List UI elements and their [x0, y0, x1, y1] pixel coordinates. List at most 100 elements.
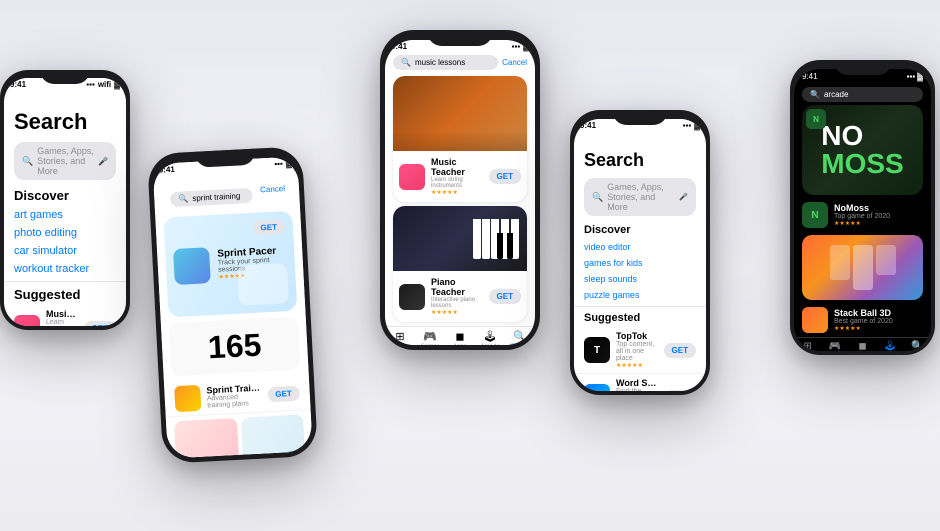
tab-today-icon-3: ⊞	[395, 330, 404, 343]
music-teacher-info: Music Teacher Learn string instruments ★…	[431, 157, 483, 196]
piano-teacher-card: Piano Teacher Interactive piano lessons …	[393, 206, 527, 322]
discover-sleep-sounds[interactable]: sleep sounds	[574, 271, 706, 287]
sprint-search-icon: 🔍	[178, 194, 188, 204]
battery-2: ▓	[286, 159, 292, 168]
nomoss-icon-letter: N	[813, 115, 819, 124]
tab-bar-5: ⊞ Today 🎮 Games ◼ Apps 🕹 Arcade	[794, 337, 931, 351]
tab-today-icon-5: ⊞	[804, 341, 812, 351]
get-btn-toptok[interactable]: GET	[664, 343, 696, 358]
search-bar-1[interactable]: 🔍 Games, Apps, Stories, and More 🎤	[14, 142, 116, 180]
app-icon-music	[14, 315, 40, 326]
time-2: 9:41	[159, 165, 175, 175]
tab-search-5[interactable]: 🔍 Search	[904, 341, 931, 351]
get-btn-music[interactable]: GET	[84, 321, 116, 327]
discover-photo-editing[interactable]: photo editing	[4, 224, 126, 242]
sprint-decoration	[237, 263, 289, 306]
sprint-trainer-get[interactable]: GET	[267, 385, 300, 402]
phone-1-screen: 9:41 ▪▪▪ wifi ▓ Search 🔍 Games, Apps, St…	[4, 78, 126, 326]
discover-art-games[interactable]: art games	[4, 206, 126, 224]
discover-games-kids[interactable]: games for kids	[574, 255, 706, 271]
app-info-word: Word Search Find the hidden words! ★★★★☆	[616, 378, 658, 391]
music-search-bar[interactable]: 🔍 music lessons	[393, 55, 498, 70]
tab-today-label-3: Today	[392, 344, 408, 345]
signal-4: ▪▪▪	[683, 121, 692, 130]
tab-games-3[interactable]: 🎮 Games	[415, 330, 445, 345]
arcade-search-icon: 🔍	[810, 90, 820, 99]
search-placeholder-1: Games, Apps, Stories, and More	[37, 146, 94, 176]
scene: 9:41 ▪▪▪ wifi ▓ Search 🔍 Games, Apps, St…	[0, 0, 940, 531]
music-search-icon: 🔍	[401, 58, 411, 67]
signal-icon: ▪▪▪	[86, 80, 95, 89]
app-info-toptok: TopTok Top content, all in one place ★★★…	[616, 331, 658, 369]
tab-apps-5[interactable]: ◼ Apps	[849, 341, 876, 351]
arcade-search-text: arcade	[824, 90, 848, 99]
search-header-4: Search 🔍 Games, Apps, Stories, and More …	[574, 132, 706, 219]
tab-arcade-3[interactable]: 🕹 Arcade	[475, 330, 505, 345]
tab-today-3[interactable]: ⊞ Today	[385, 330, 415, 345]
notch-3	[428, 30, 493, 46]
arcade-signal: ▪▪▪	[907, 72, 916, 81]
signal-3: ▪▪▪	[512, 42, 521, 51]
tab-apps-3[interactable]: ◼ Apps	[445, 330, 475, 345]
app-desc-music: Learn string instruments	[46, 319, 78, 326]
arcade-search-bar[interactable]: 🔍 arcade	[802, 87, 923, 102]
get-btn-word[interactable]: GET	[664, 390, 696, 392]
app-icon-toptok: T	[584, 337, 610, 363]
nomoss-text-no: NO	[821, 122, 903, 150]
nomoss-text-block: NO MOSS	[821, 122, 903, 178]
suggested-title-4: Suggested	[574, 306, 706, 327]
app-name-toptok: TopTok	[616, 331, 658, 341]
music-teacher-get[interactable]: GET	[489, 169, 521, 184]
phone-4-screen: 9:41 ▪▪▪ ▓ Search 🔍 Games, Apps, Stories…	[574, 119, 706, 391]
stackball-stars: ★★★★★	[834, 325, 923, 332]
discover-puzzle-games[interactable]: puzzle games	[574, 287, 706, 303]
sprint-cancel-btn[interactable]: Cancel	[260, 184, 285, 194]
nomoss-text-moss: MOSS	[821, 150, 903, 178]
notch-1	[40, 70, 90, 84]
tab-today-5[interactable]: ⊞ Today	[794, 341, 821, 351]
discover-title-1: Discover	[4, 183, 126, 206]
app-desc-word: Find the hidden words!	[616, 388, 658, 391]
sprint-trainer-desc: Advanced training plans	[207, 393, 262, 410]
search-bar-4[interactable]: 🔍 Games, Apps, Stories, and More 🎤	[584, 178, 696, 216]
tab-search-3[interactable]: 🔍 Search	[505, 330, 535, 345]
music-teacher-info-row: Music Teacher Learn string instruments ★…	[393, 151, 527, 202]
phone-3-screen: 9:41 ▪▪▪ ▓ 🔍 music lessons Cancel	[385, 40, 535, 345]
app-row-toptok: T TopTok Top content, all in one place ★…	[574, 327, 706, 374]
status-icons-3: ▪▪▪ ▓	[512, 42, 529, 51]
mic-icon-1: 🎤	[98, 157, 108, 166]
sprint-trainer-row: Sprint Trainer Advanced training plans G…	[164, 375, 311, 418]
discover-video-editor[interactable]: video editor	[574, 239, 706, 255]
music-teacher-name: Music Teacher	[431, 157, 483, 177]
tab-games-5[interactable]: 🎮 Games	[821, 341, 848, 351]
piano-teacher-desc: Interactive piano lessons	[431, 297, 483, 309]
app-row-word: W Word Search Find the hidden words! ★★★…	[574, 374, 706, 391]
time-3: 9:41	[391, 42, 407, 51]
piano-teacher-get[interactable]: GET	[489, 289, 521, 304]
game-banner-content	[830, 245, 896, 290]
piano-teacher-icon	[399, 284, 425, 310]
battery-icon: ▓	[114, 80, 120, 89]
sprint-img-2	[240, 414, 306, 458]
app-name-word: Word Search	[616, 378, 658, 388]
sprint-search-bar[interactable]: 🔍 sprint training	[170, 188, 253, 207]
nomoss-icon-n: N	[811, 210, 818, 221]
sprint-trainer-icon	[174, 385, 201, 412]
phone-5: 9:41 ▪▪▪ ▓ 🔍 arcade N NO	[790, 60, 935, 355]
phone-1: 9:41 ▪▪▪ wifi ▓ Search 🔍 Games, Apps, St…	[0, 70, 130, 330]
arcade-battery: ▓	[917, 72, 923, 81]
phone-2: 9:41 ▪▪▪ ▓ 🔍 sprint training Cancel	[147, 146, 318, 464]
search-header-1: Search 🔍 Games, Apps, Stories, and More …	[4, 91, 126, 183]
tab-arcade-5[interactable]: 🕹 Arcade	[876, 341, 903, 351]
music-cancel-btn[interactable]: Cancel	[502, 58, 527, 67]
sprint-hero-get[interactable]: GET	[252, 219, 285, 236]
discover-workout-tracker[interactable]: workout tracker	[4, 260, 126, 278]
tab-bar-3: ⊞ Today 🎮 Games ◼ Apps 🕹 Arcade	[385, 326, 535, 345]
discover-car-simulator[interactable]: car simulator	[4, 242, 126, 260]
status-icons-2: ▪▪▪ ▓	[274, 159, 292, 169]
phone-2-screen: 9:41 ▪▪▪ ▓ 🔍 sprint training Cancel	[153, 156, 313, 458]
suggested-title-1: Suggested	[4, 281, 126, 305]
tab-arcade-label-3: Arcade	[480, 344, 499, 345]
tab-arcade-icon-5: 🕹	[884, 341, 897, 351]
search-title-4: Search	[574, 146, 706, 175]
